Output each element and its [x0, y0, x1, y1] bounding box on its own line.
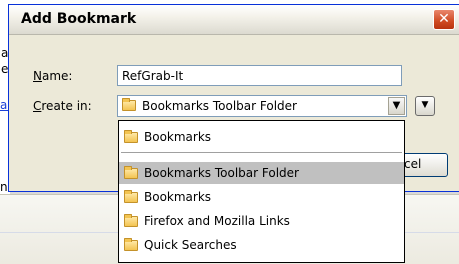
- dropdown-item-bookmarks-toolbar-folder[interactable]: Bookmarks Toolbar Folder: [119, 162, 404, 184]
- create-in-dropdown-list: Bookmarks Bookmarks Toolbar Folder Bookm…: [118, 120, 405, 263]
- expand-folders-button[interactable]: ▼: [415, 96, 435, 116]
- dropdown-item-label: Bookmarks: [144, 130, 212, 144]
- name-label-accesskey: N: [33, 69, 42, 83]
- create-in-selected-value: Bookmarks Toolbar Folder: [142, 99, 297, 113]
- dialog-titlebar[interactable]: Add Bookmark ✕: [9, 5, 459, 35]
- dropdown-item-quick-searches[interactable]: Quick Searches: [119, 234, 404, 256]
- dropdown-item-bookmarks[interactable]: Bookmarks: [119, 126, 404, 148]
- dialog-title: Add Bookmark: [21, 11, 137, 27]
- create-in-label-text: reate in:: [41, 99, 92, 113]
- name-field[interactable]: [117, 65, 402, 86]
- create-in-select[interactable]: Bookmarks Toolbar Folder ▼: [117, 95, 407, 117]
- name-label-text: ame:: [41, 69, 73, 83]
- dropdown-item-firefox-and-mozilla-links[interactable]: Firefox and Mozilla Links: [119, 210, 404, 232]
- name-label: Name:: [33, 69, 72, 83]
- chevron-down-icon: ▼: [392, 100, 401, 111]
- close-icon: ✕: [438, 11, 450, 27]
- dropdown-item-label: Bookmarks Toolbar Folder: [144, 166, 299, 180]
- dropdown-separator: [121, 152, 402, 153]
- folder-icon: [124, 130, 138, 143]
- dropdown-item-label: Quick Searches: [144, 238, 237, 252]
- folder-icon: [124, 166, 138, 179]
- cancel-button-label: cel: [404, 157, 422, 171]
- dropdown-item-label: Firefox and Mozilla Links: [144, 214, 290, 228]
- folder-icon: [122, 98, 136, 111]
- create-in-label: Create in:: [33, 99, 92, 113]
- folder-icon: [124, 214, 138, 227]
- dropdown-item-bookmarks[interactable]: Bookmarks: [119, 186, 404, 208]
- create-in-dropdown-button[interactable]: ▼: [388, 97, 405, 115]
- folder-icon: [124, 238, 138, 251]
- cancel-button[interactable]: cel: [401, 153, 448, 177]
- folder-icon: [124, 190, 138, 203]
- dropdown-item-label: Bookmarks: [144, 190, 212, 204]
- chevron-down-icon: ▼: [421, 100, 429, 110]
- close-button[interactable]: ✕: [433, 9, 455, 30]
